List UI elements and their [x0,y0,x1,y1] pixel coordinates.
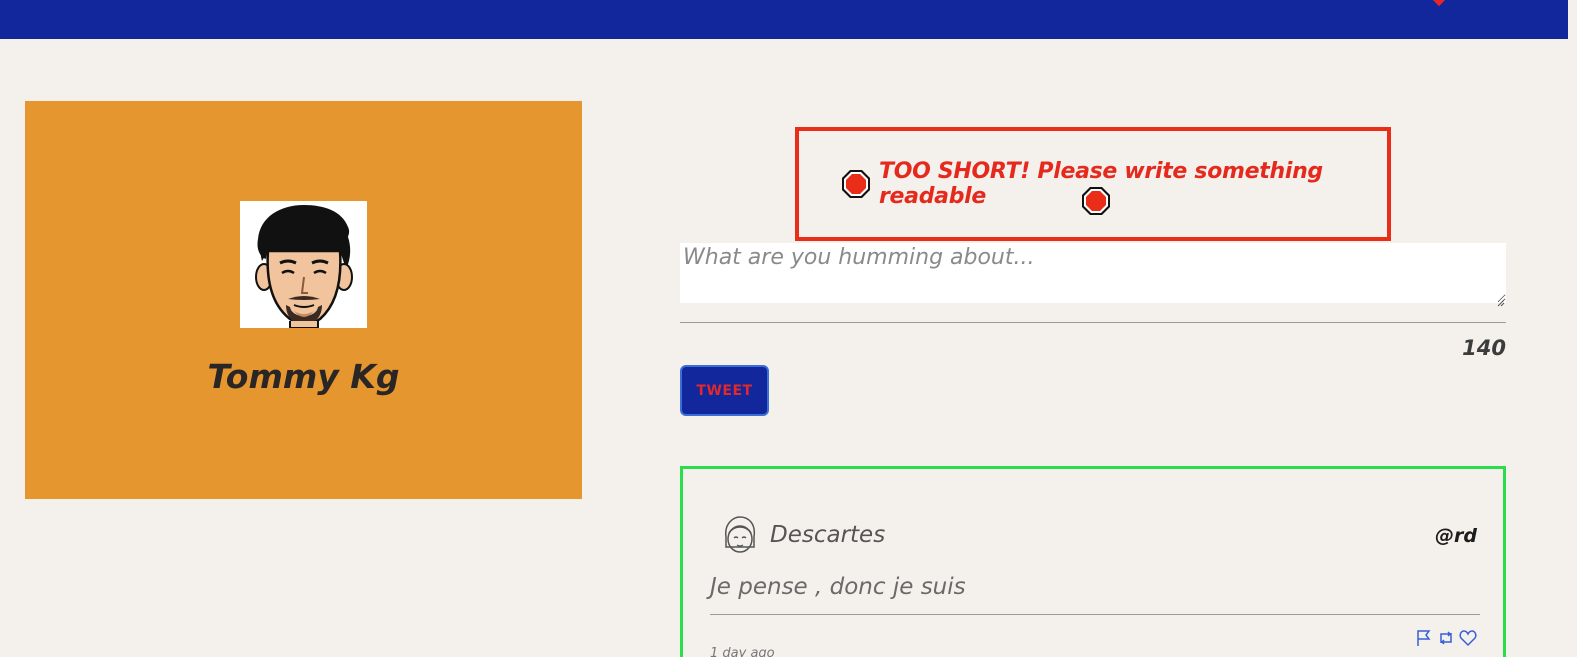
tweet-composer-input[interactable] [680,243,1506,303]
tweet-divider [710,614,1480,615]
heart-icon[interactable] [1459,629,1477,647]
stop-sign-icon [1081,186,1111,216]
tweet-content: Je pense , donc je suis [710,574,966,600]
tweet-author-name[interactable]: Descartes [770,522,885,548]
scrollbar[interactable] [1568,0,1577,657]
tweet-card: Descartes @rd Je pense , donc je suis 1 … [680,466,1506,657]
profile-card: Tommy Kg [25,101,582,499]
tweet-button[interactable]: TWEET [680,365,769,416]
error-message-row: TOO SHORT! Please write something readab… [841,159,1387,209]
character-counter: 140 [1462,336,1506,360]
girl-face-icon [720,515,760,555]
cartoon-man-avatar-icon [255,205,353,329]
resize-handle-icon[interactable] [1496,292,1505,307]
nav-logo-mark [1431,0,1447,7]
error-message: TOO SHORT! Please write something readab… [879,159,1323,209]
composer-divider [680,322,1506,323]
tweet-timestamp: 1 day ago [710,646,775,657]
top-nav-bar [0,0,1568,39]
retweet-icon[interactable] [1437,629,1455,647]
flag-icon[interactable] [1415,629,1433,647]
tweet-actions [1415,629,1477,647]
stop-sign-icon [841,169,871,199]
error-alert: TOO SHORT! Please write something readab… [795,127,1391,241]
profile-name: Tommy Kg [207,357,400,396]
profile-avatar [240,201,367,329]
tweet-author-handle[interactable]: @rd [1435,525,1477,547]
tweet-author-row: Descartes [720,515,885,555]
